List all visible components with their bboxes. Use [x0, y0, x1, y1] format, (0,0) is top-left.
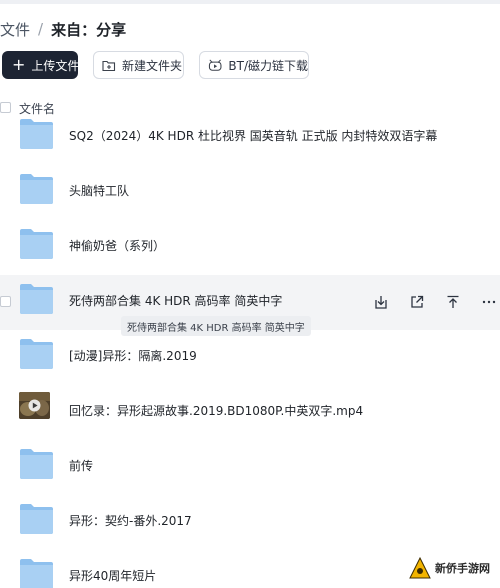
folder-icon: [20, 504, 53, 534]
folder-icon: [20, 284, 53, 314]
new-folder-button-label: 新建文件夹: [122, 58, 183, 73]
watermark: 新侨手游网: [404, 554, 494, 582]
list-item-name: SQ2（2024）4K HDR 杜比视界 国英音轨 正式版 内封特效双语字幕: [69, 129, 438, 143]
watermark-text: 新侨手游网: [435, 562, 490, 575]
bt-magnet-download-button[interactable]: BT/磁力链下载: [199, 51, 309, 79]
download-icon: [375, 296, 387, 309]
plus-icon: +: [12, 55, 26, 74]
share-icon: [411, 295, 424, 308]
list-item[interactable]: 头脑特工队: [0, 165, 500, 220]
folder-icon: [20, 559, 53, 588]
move-top-button[interactable]: [442, 291, 464, 313]
folder-icon: [20, 339, 53, 369]
new-folder-icon: [102, 60, 116, 71]
list-item-name: 回忆录：异形起源故事.2019.BD1080P.中英双字.mp4: [69, 404, 364, 418]
upload-button[interactable]: + 上传文件: [2, 51, 80, 79]
file-list: SQ2（2024）4K HDR 杜比视界 国英音轨 正式版 内封特效双语字幕 头…: [0, 110, 500, 588]
list-item-name: 异形：契约-番外.2017: [69, 514, 192, 528]
list-item-name: 前传: [69, 459, 94, 473]
watermark-logo-icon: [409, 556, 431, 579]
list-item-name: [动漫]异形：隔离.2019: [69, 349, 197, 363]
list-item[interactable]: SQ2（2024）4K HDR 杜比视界 国英音轨 正式版 内封特效双语字幕: [0, 110, 500, 165]
breadcrumb-current: 来自：分享: [51, 20, 127, 39]
list-item-name: 异形40周年短片: [69, 569, 157, 583]
list-item[interactable]: 神偷奶爸（系列）: [0, 220, 500, 275]
row-actions: [365, 291, 500, 313]
folder-icon: [20, 449, 53, 479]
list-item[interactable]: 前传: [0, 440, 500, 495]
folder-icon: [20, 119, 53, 149]
breadcrumb-separator: /: [38, 20, 44, 38]
more-button[interactable]: [478, 291, 500, 313]
bt-magnet-download-label: BT/磁力链下载: [228, 58, 308, 73]
folder-icon: [20, 174, 53, 204]
row-checkbox[interactable]: [0, 296, 11, 307]
list-item[interactable]: 回忆录：异形起源故事.2019.BD1080P.中英双字.mp4: [0, 385, 500, 440]
list-item-name: 头脑特工队: [69, 184, 130, 198]
download-button[interactable]: [370, 291, 392, 313]
upload-button-label: 上传文件: [31, 58, 80, 73]
breadcrumb-root[interactable]: 文件: [0, 19, 30, 40]
video-thumbnail: [19, 392, 50, 419]
filename-tooltip: 死侍两部合集 4K HDR 高码率 简英中字: [121, 316, 311, 336]
more-icon: [482, 300, 496, 304]
share-button[interactable]: [406, 291, 428, 313]
move-top-icon: [447, 295, 459, 308]
folder-icon: [20, 229, 53, 259]
list-item-name: 死侍两部合集 4K HDR 高码率 简英中字: [69, 294, 283, 308]
top-divider: [0, 0, 500, 4]
list-item[interactable]: 异形：契约-番外.2017: [0, 495, 500, 550]
new-folder-button[interactable]: 新建文件夹: [93, 51, 184, 79]
breadcrumb: 文件 / 来自：分享: [0, 18, 126, 40]
list-item-name: 神偷奶爸（系列）: [69, 239, 166, 253]
bt-icon: [208, 59, 222, 71]
list-item[interactable]: [动漫]异形：隔离.2019: [0, 330, 500, 385]
